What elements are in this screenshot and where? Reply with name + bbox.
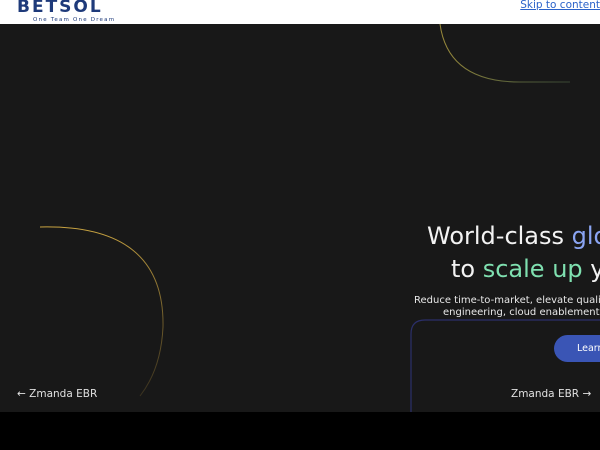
logo-tagline: One Team One Dream [33, 17, 116, 23]
hero-headline-line2: to scale up y [451, 254, 600, 284]
logo-wordmark: BETSOL [17, 0, 103, 17]
bottom-band [0, 412, 600, 450]
learn-more-button[interactable]: Learn [554, 335, 600, 362]
slider-prev-button[interactable]: ← Zmanda EBR [17, 388, 97, 400]
arrow-right-icon: → [582, 388, 592, 400]
slider-next-label: Zmanda EBR [511, 388, 580, 400]
hero-description-line2: engineering, cloud enablement, i [443, 307, 600, 318]
arrow-left-icon: ← [17, 388, 26, 400]
hero-description-line1: Reduce time-to-market, elevate quality, [414, 295, 600, 306]
slider-prev-label: Zmanda EBR [29, 388, 98, 400]
headline-highlight-global: glo [571, 222, 600, 250]
skip-to-content-link[interactable]: Skip to content [520, 0, 600, 11]
betsol-logo[interactable]: BETSOL One Team One Dream [17, 0, 117, 24]
headline2-suffix: y [590, 255, 600, 283]
headline-prefix: World-class [427, 222, 572, 250]
hero-headline-line1: World-class glo [427, 221, 600, 251]
decorative-arcs [39, 24, 600, 412]
top-arc [439, 24, 570, 83]
headline-highlight-scale-up: scale up [482, 255, 583, 283]
left-arc [39, 226, 164, 397]
hero-section: World-class glo to scale up y Reduce tim… [0, 24, 600, 412]
slider-next-button[interactable]: Zmanda EBR → [511, 388, 591, 400]
headline2-prefix: to [451, 255, 483, 283]
site-header: BETSOL One Team One Dream Skip to conten… [0, 0, 600, 24]
